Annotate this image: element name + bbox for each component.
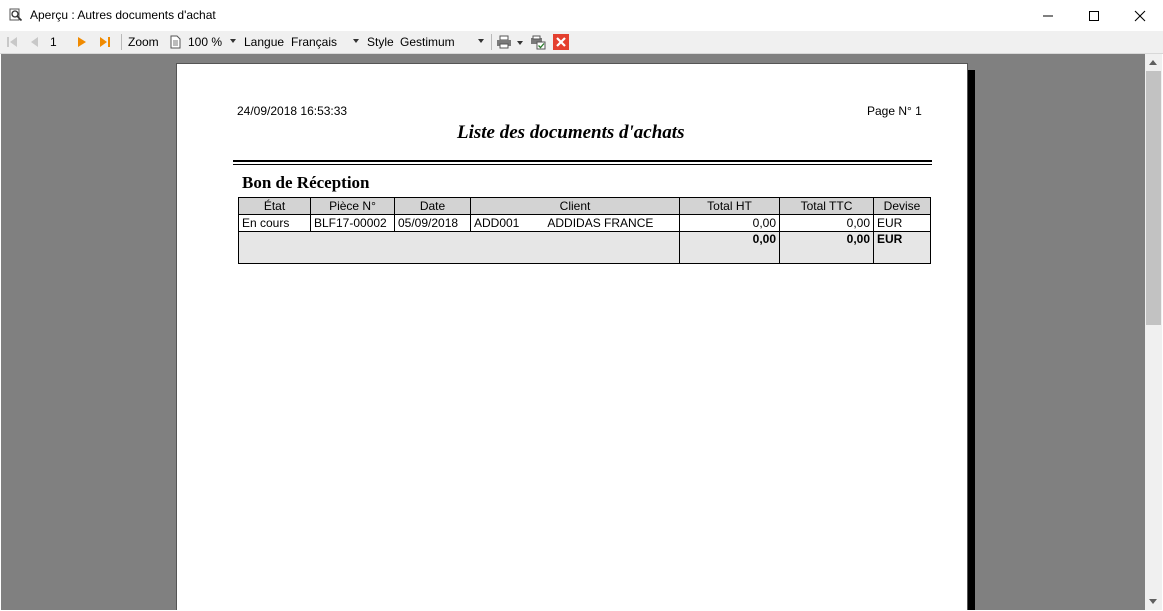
page-number-field[interactable]: 1 (50, 31, 57, 53)
minimize-icon (1043, 15, 1053, 16)
chevron-down-icon (478, 39, 484, 43)
zoom-select[interactable]: 100 % (188, 33, 238, 50)
column-header-date: Date (394, 197, 471, 215)
style-label: Style (367, 35, 394, 49)
total-ttc-sum: 0,00 (779, 231, 874, 264)
column-header-total-ht: Total HT (679, 197, 780, 215)
close-icon (1134, 10, 1146, 21)
report-title: Liste des documents d'achats (457, 122, 685, 143)
preview-viewport[interactable]: 24/09/2018 16:53:33 Page N° 1 Liste des … (1, 54, 1145, 610)
total-ht-sum: 0,00 (679, 231, 780, 264)
column-header-etat: État (238, 197, 311, 215)
maximize-button[interactable] (1071, 0, 1117, 31)
cell-total-ttc: 0,00 (779, 214, 874, 232)
zoom-value: 100 % (188, 34, 223, 49)
close-preview-icon[interactable] (553, 34, 569, 50)
previous-page-icon[interactable] (28, 36, 40, 48)
column-header-total-ttc: Total TTC (779, 197, 874, 215)
cell-piece: BLF17-00002 (310, 214, 395, 232)
langue-select[interactable]: Français (291, 33, 361, 50)
total-devise: EUR (873, 231, 931, 264)
next-page-icon[interactable] (76, 36, 88, 48)
table-header-row: État Pièce N° Date Client Total HT Total… (238, 197, 931, 215)
cell-client: ADD001 ADDIDAS FRANCE (470, 214, 680, 232)
totals-spacer (238, 231, 680, 264)
cell-total-ht: 0,00 (679, 214, 780, 232)
column-header-devise: Devise (873, 197, 931, 215)
title-divider-top (233, 160, 932, 162)
page-zoom-icon[interactable] (170, 35, 181, 49)
client-name: ADDIDAS FRANCE (547, 216, 654, 230)
cell-devise: EUR (873, 214, 931, 232)
print-dropdown-arrow[interactable] (517, 41, 523, 45)
cell-date: 05/09/2018 (394, 214, 471, 232)
maximize-icon (1089, 10, 1099, 21)
section-title: Bon de Réception (242, 173, 370, 192)
report-page: 24/09/2018 16:53:33 Page N° 1 Liste des … (176, 63, 968, 610)
column-header-client: Client (470, 197, 680, 215)
cell-etat: En cours (238, 214, 311, 232)
column-header-piece: Pièce N° (310, 197, 395, 215)
first-page-icon[interactable] (6, 36, 18, 48)
chevron-down-icon (230, 39, 236, 43)
last-page-icon[interactable] (99, 36, 111, 48)
scroll-down-icon[interactable] (1149, 599, 1157, 604)
scrollbar-thumb[interactable] (1146, 71, 1161, 325)
chevron-down-icon (353, 39, 359, 43)
window-title: Aperçu : Autres documents d'achat (30, 8, 216, 22)
toolbar-separator (491, 34, 492, 50)
report-datetime: 24/09/2018 16:53:33 (237, 104, 348, 118)
toolbar-separator (121, 34, 122, 50)
vertical-scrollbar[interactable] (1145, 54, 1162, 610)
scroll-up-icon[interactable] (1149, 60, 1157, 65)
print-setup-icon[interactable] (530, 35, 546, 50)
minimize-button[interactable] (1025, 0, 1071, 31)
totals-row: 0,00 0,00 EUR (238, 231, 931, 264)
style-select[interactable]: Gestimum (400, 33, 486, 50)
style-value: Gestimum (400, 34, 455, 49)
title-divider-bottom (233, 164, 932, 165)
preview-magnifier-icon (9, 8, 23, 22)
printer-icon[interactable] (496, 35, 512, 49)
table-row: En cours BLF17-00002 05/09/2018 ADD001 AD… (238, 214, 931, 232)
client-code: ADD001 (474, 216, 520, 230)
preview-toolbar: 1 Zoom 100 % Langue Français Style Gesti… (0, 31, 1163, 54)
documents-table: État Pièce N° Date Client Total HT Total… (238, 197, 931, 264)
close-button[interactable] (1117, 0, 1163, 31)
langue-label: Langue (244, 35, 285, 49)
title-bar: Aperçu : Autres documents d'achat (0, 0, 1163, 31)
page-number-label: Page N° 1 (867, 104, 922, 118)
langue-value: Français (291, 34, 338, 49)
zoom-label: Zoom (128, 35, 159, 49)
